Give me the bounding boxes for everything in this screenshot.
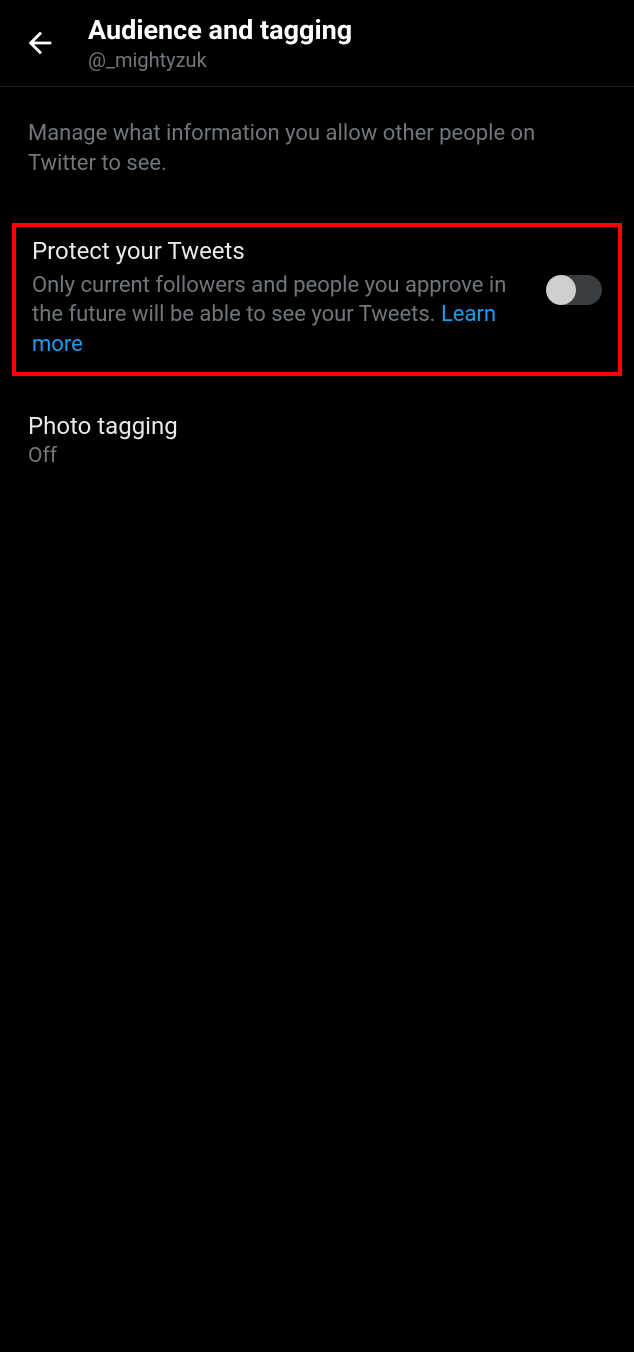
protect-tweets-text: Protect your Tweets Only current followe… [32,237,548,360]
protect-tweets-title: Protect your Tweets [32,237,530,265]
protect-tweets-toggle[interactable] [548,275,602,305]
back-arrow-icon [23,26,57,60]
protect-tweets-description: Only current followers and people you ap… [32,271,530,360]
header: Audience and tagging @_mightyzuk [0,0,634,87]
settings-list: Protect your Tweets Only current followe… [0,215,634,488]
photo-tagging-title: Photo tagging [28,412,606,440]
back-button[interactable] [16,19,64,67]
protect-tweets-setting: Protect your Tweets Only current followe… [4,215,630,384]
protect-tweets-row: Protect your Tweets Only current followe… [32,237,602,360]
photo-tagging-status: Off [28,444,606,468]
username-subtitle: @_mightyzuk [88,48,352,72]
toggle-knob [546,275,576,305]
photo-tagging-setting[interactable]: Photo tagging Off [0,384,634,488]
page-description: Manage what information you allow other … [0,87,634,214]
protect-tweets-desc-text: Only current followers and people you ap… [32,273,506,328]
page-title: Audience and tagging [88,14,352,46]
header-text: Audience and tagging @_mightyzuk [88,14,352,72]
